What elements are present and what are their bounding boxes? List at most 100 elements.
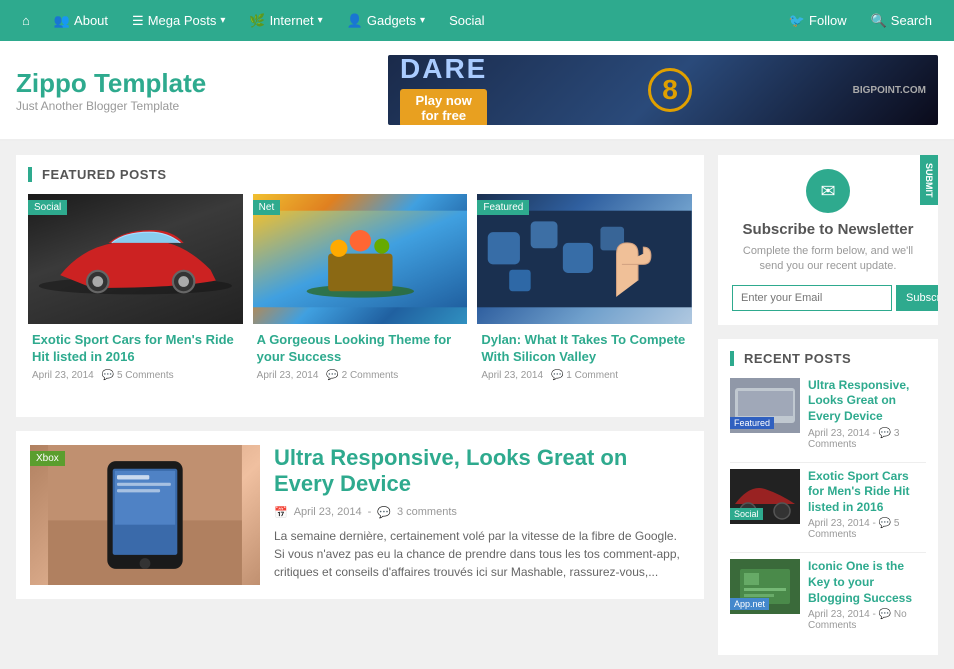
card-title-2[interactable]: A Gorgeous Looking Theme for your Succes… [257, 332, 464, 366]
card-meta-1: April 23, 2014 💬 5 Comments [32, 370, 239, 381]
card-body-2: A Gorgeous Looking Theme for your Succes… [253, 324, 468, 389]
featured-card-1: Social Exotic Sport [28, 194, 243, 389]
content-area: FEATURED POSTS Social [16, 155, 704, 655]
card-date-2: April 23, 2014 [257, 370, 319, 381]
card-meta-2: April 23, 2014 💬 2 Comments [257, 370, 464, 381]
big-post-img-box: Xbox [30, 445, 260, 585]
featured-title: FEATURED POSTS [28, 167, 692, 182]
main-nav: ⌂ 👥 About ☰ Mega Posts ▾ 🌿 Internet ▾ 👤 … [0, 0, 954, 41]
newsletter-box: SUBMIT ✉ Subscribe to Newsletter Complet… [718, 155, 938, 325]
banner-logo: 8 [648, 68, 692, 112]
featured-grid: Social Exotic Sport [28, 194, 692, 389]
card-image-2: Net [253, 194, 468, 324]
card-tag-1: Social [28, 200, 67, 215]
nav-search[interactable]: 🔍 Search [859, 0, 944, 41]
big-post-meta: 📅 April 23, 2014 - 💬 3 comments [274, 506, 690, 519]
arrow-down-icon: ▾ [420, 0, 425, 41]
divider-1 [730, 462, 926, 463]
recent-thumb-3: App.net [730, 559, 800, 614]
nav-follow[interactable]: 🐦 Follow [777, 0, 859, 41]
recent-posts-box: RECENT POSTS Featured Ultra Responsive, … [718, 339, 938, 655]
card-date-3: April 23, 2014 [481, 370, 543, 381]
newsletter-form: Subscribe [732, 285, 924, 311]
calendar-icon: 📅 [274, 506, 288, 519]
recent-body-1: Ultra Responsive, Looks Great on Every D… [808, 378, 926, 450]
card-tag-2: Net [253, 200, 281, 215]
nav-home[interactable]: ⌂ [10, 0, 42, 41]
banner-ad[interactable]: DARE Play nowfor free 8 BIGPOINT.COM [388, 55, 938, 125]
nav-internet[interactable]: 🌿 Internet ▾ [237, 0, 334, 41]
banner-play-btn[interactable]: Play nowfor free [400, 89, 487, 125]
card-comments-2: 💬 2 Comments [326, 370, 398, 381]
leaf-icon: 🌿 [249, 0, 265, 41]
email-icon: ✉ [806, 169, 850, 213]
twitter-icon: 🐦 [789, 0, 805, 41]
newsletter-title: Subscribe to Newsletter [732, 221, 924, 238]
recent-title-1[interactable]: Ultra Responsive, Looks Great on Every D… [808, 378, 926, 425]
person-icon: 👤 [347, 0, 363, 41]
recent-post-item-1: Featured Ultra Responsive, Looks Great o… [730, 378, 926, 450]
recent-posts-title: RECENT POSTS [730, 351, 926, 366]
big-post-tag: Xbox [30, 451, 65, 466]
comment-icon: 💬 [102, 370, 114, 381]
big-post-date: April 23, 2014 [294, 506, 362, 518]
nav-left: ⌂ 👥 About ☰ Mega Posts ▾ 🌿 Internet ▾ 👤 … [10, 0, 777, 41]
comment-icon-r2: 💬 [879, 518, 891, 529]
big-post-comments: 3 comments [397, 506, 457, 518]
featured-card-3: Featured [477, 194, 692, 389]
email-input[interactable] [732, 285, 892, 311]
divider-2 [730, 552, 926, 553]
card-comments-1: 💬 5 Comments [102, 370, 174, 381]
card-tag-3: Featured [477, 200, 529, 215]
featured-section: FEATURED POSTS Social [16, 155, 704, 417]
recent-meta-3: April 23, 2014 - 💬 No Comments [808, 609, 926, 631]
recent-meta-1: April 23, 2014 - 💬 3 Comments [808, 428, 926, 450]
card-body-1: Exotic Sport Cars for Men's Ride Hit lis… [28, 324, 243, 389]
comment-icon-r1: 💬 [879, 428, 891, 439]
users-icon: 👥 [54, 0, 70, 41]
comment-icon-3: 💬 [551, 370, 563, 381]
nav-about[interactable]: 👥 About [42, 0, 120, 41]
phone-illustration [30, 445, 260, 585]
big-post-title[interactable]: Ultra Responsive, Looks Great on Every D… [274, 445, 690, 498]
recent-body-2: Exotic Sport Cars for Men's Ride Hit lis… [808, 469, 926, 541]
nav-gadgets[interactable]: 👤 Gadgets ▾ [335, 0, 437, 41]
card-image-1: Social [28, 194, 243, 324]
recent-thumb-2: Social [730, 469, 800, 524]
comment-icon-big: 💬 [377, 506, 391, 519]
banner-right-text: BIGPOINT.COM [853, 85, 926, 96]
subscribe-button[interactable]: Subscribe [896, 285, 938, 311]
card-meta-3: April 23, 2014 💬 1 Comment [481, 370, 688, 381]
arrow-down-icon: ▾ [318, 0, 323, 41]
dash: - [368, 506, 372, 518]
recent-title-3[interactable]: Iconic One is the Key to your Blogging S… [808, 559, 926, 606]
card-comments-3: 💬 1 Comment [551, 370, 618, 381]
featured-card-2: Net [253, 194, 468, 389]
big-post-image: Xbox [30, 445, 260, 585]
recent-title-2[interactable]: Exotic Sport Cars for Men's Ride Hit lis… [808, 469, 926, 516]
recent-tag-1: Featured [730, 417, 774, 429]
main-layout: FEATURED POSTS Social [0, 141, 954, 669]
card-title-1[interactable]: Exotic Sport Cars for Men's Ride Hit lis… [32, 332, 239, 366]
card-image-3: Featured [477, 194, 692, 324]
search-icon: 🔍 [871, 0, 887, 41]
recent-body-3: Iconic One is the Key to your Blogging S… [808, 559, 926, 631]
brand-title: Zippo Template [16, 68, 388, 99]
site-header: Zippo Template Just Another Blogger Temp… [0, 41, 954, 141]
brand-subtitle: Just Another Blogger Template [16, 99, 388, 113]
home-icon: ⌂ [22, 0, 30, 41]
list-icon: ☰ [132, 0, 144, 41]
nav-social[interactable]: Social [437, 0, 496, 41]
nav-mega-posts[interactable]: ☰ Mega Posts ▾ [120, 0, 237, 41]
big-post: Xbox [16, 431, 704, 599]
banner-left: DARE Play nowfor free [400, 55, 487, 125]
newsletter-desc: Complete the form below, and we'll send … [732, 244, 924, 275]
recent-post-item-2: Social Exotic Sport Cars for Men's Ride … [730, 469, 926, 541]
movie-illustration [253, 194, 468, 324]
card-body-3: Dylan: What It Takes To Compete With Sil… [477, 324, 692, 389]
card-title-3[interactable]: Dylan: What It Takes To Compete With Sil… [481, 332, 688, 366]
newsletter-corner: SUBMIT [920, 155, 938, 205]
recent-tag-2: Social [730, 508, 763, 520]
banner-text: DARE [400, 55, 487, 85]
sidebar: SUBMIT ✉ Subscribe to Newsletter Complet… [718, 155, 938, 655]
